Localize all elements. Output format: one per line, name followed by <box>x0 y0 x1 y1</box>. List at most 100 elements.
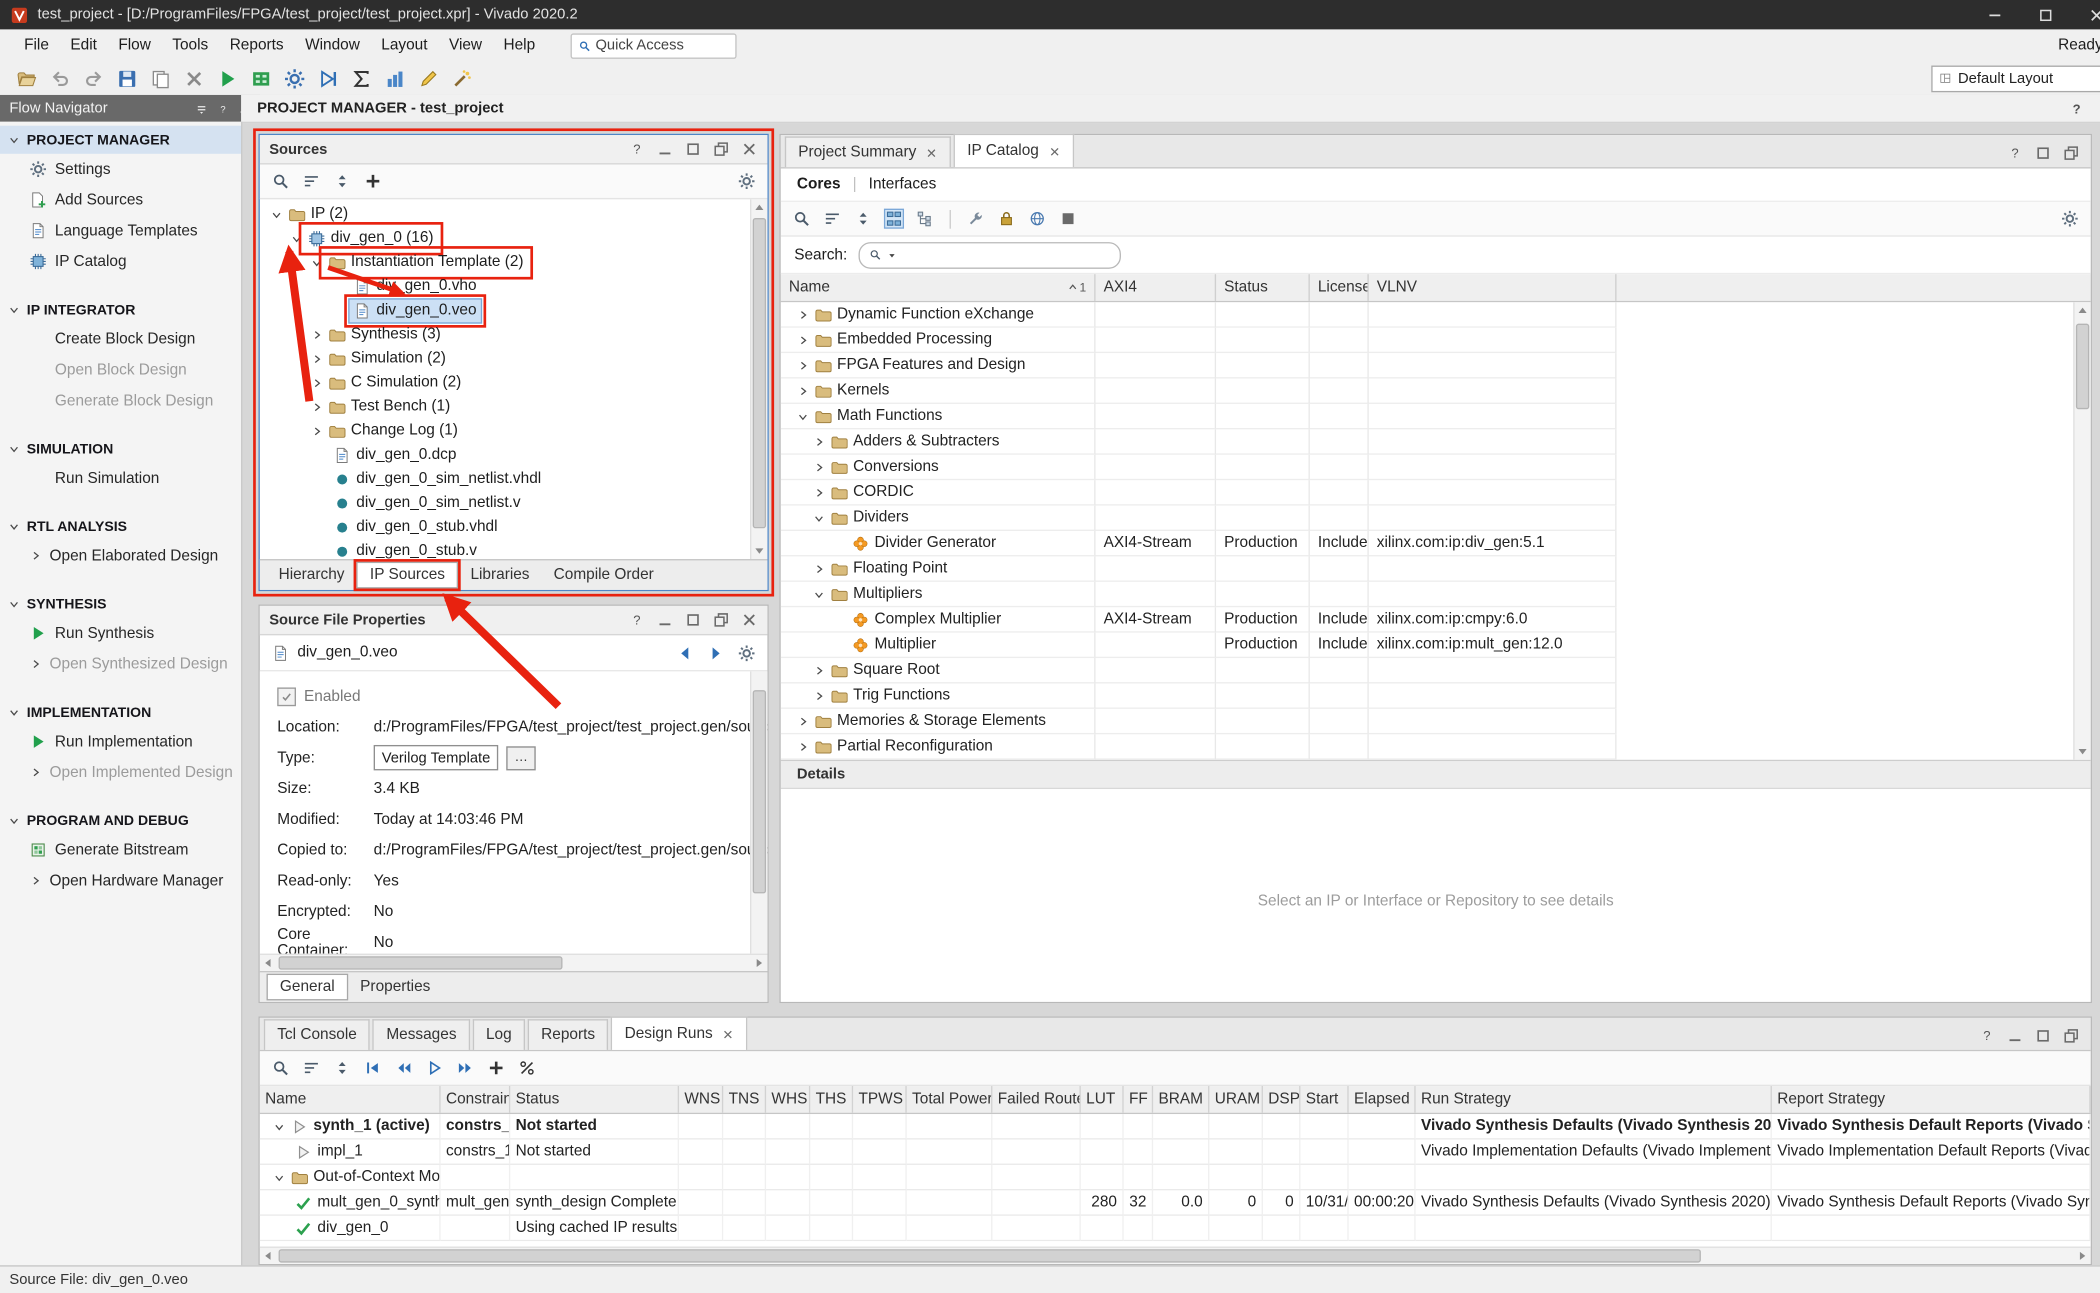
menu-window[interactable]: Window <box>294 33 370 57</box>
expand-toggle-button[interactable] <box>333 1059 350 1076</box>
catalog-row-embedded-processing[interactable]: Embedded Processing <box>781 328 2091 353</box>
catalog-row-cordic[interactable]: CORDIC <box>781 480 2091 505</box>
edit-button[interactable] <box>418 68 439 89</box>
type-dropdown[interactable]: Verilog Template <box>374 745 499 770</box>
catalog-row-memories-storage-elements[interactable]: Memories & Storage Elements <box>781 709 2091 734</box>
program-device-button[interactable] <box>250 68 271 89</box>
column-header-status[interactable]: Status <box>1216 274 1310 301</box>
catalog-vertical-scrollbar[interactable] <box>2073 302 2090 759</box>
catalog-search-input[interactable] <box>858 241 1121 268</box>
tab-hierarchy[interactable]: Hierarchy <box>267 563 357 587</box>
column-header-tpws[interactable]: TPWS <box>853 1086 907 1113</box>
run-row-synth-1-active[interactable]: synth_1 (active)constrs_1Not startedViva… <box>260 1114 2091 1139</box>
column-header-elapsed[interactable]: Elapsed <box>1349 1086 1416 1113</box>
catalog-row-adders-subtracters[interactable]: Adders & Subtracters <box>781 429 2091 454</box>
menu-view[interactable]: View <box>438 33 493 57</box>
column-header-ff[interactable]: FF <box>1124 1086 1153 1113</box>
chevron-down-icon[interactable] <box>273 1120 285 1132</box>
minimize-button[interactable] <box>1985 5 2004 24</box>
quick-access-search[interactable]: Quick Access <box>570 33 736 58</box>
catalog-row-multipliers[interactable]: Multipliers <box>781 582 2091 607</box>
tree-item-div-gen-0-sim-netlist-vhdl[interactable]: div_gen_0_sim_netlist.vhdl <box>260 467 768 491</box>
close-tab-icon[interactable] <box>1048 145 1060 157</box>
chevron-right-icon[interactable] <box>813 461 825 473</box>
flow-section-project-manager[interactable]: PROJECT MANAGER <box>0 126 241 154</box>
properties-button[interactable] <box>967 210 984 227</box>
settings-gear-button[interactable] <box>738 173 755 190</box>
forward-icon[interactable] <box>707 644 724 661</box>
catalog-row-floating-point[interactable]: Floating Point <box>781 556 2091 581</box>
sources-vertical-scrollbar[interactable] <box>750 199 767 559</box>
collapse-all-button[interactable] <box>303 173 320 190</box>
step-button[interactable] <box>317 68 338 89</box>
add-button[interactable] <box>364 173 381 190</box>
tree-item-ip-2[interactable]: IP (2) <box>260 202 768 226</box>
close-button[interactable] <box>2087 5 2100 24</box>
column-header-lut[interactable]: LUT <box>1081 1086 1124 1113</box>
properties-horizontal-scrollbar[interactable] <box>260 954 768 971</box>
chevron-right-icon[interactable] <box>813 562 825 574</box>
scrollbar-thumb[interactable] <box>2076 324 2089 410</box>
chevron-down-icon[interactable] <box>813 512 825 524</box>
column-header-name[interactable]: Name <box>260 1086 441 1113</box>
save-button[interactable] <box>117 68 138 89</box>
column-header-start[interactable]: Start <box>1300 1086 1348 1113</box>
flow-item-run-implementation[interactable]: Run Implementation <box>0 726 241 757</box>
percent-button[interactable] <box>518 1059 535 1076</box>
catalog-row-kernels[interactable]: Kernels <box>781 379 2091 404</box>
dock-icon[interactable] <box>196 102 208 114</box>
ip-location-button[interactable] <box>1029 210 1046 227</box>
catalog-row-fpga-features-and-design[interactable]: FPGA Features and Design <box>781 353 2091 378</box>
catalog-row-math-functions[interactable]: Math Functions <box>781 404 2091 429</box>
menu-flow[interactable]: Flow <box>108 33 162 57</box>
flow-section-rtl-analysis[interactable]: RTL ANALYSIS <box>0 512 241 540</box>
tree-item-synthesis-3[interactable]: Synthesis (3) <box>260 322 768 346</box>
open-folder-button[interactable] <box>16 68 37 89</box>
group-by-button[interactable] <box>885 210 902 227</box>
runs-horizontal-scrollbar[interactable] <box>260 1247 2091 1264</box>
scroll-right-button[interactable] <box>751 955 767 971</box>
tree-item-div-gen-0-stub-v[interactable]: div_gen_0_stub.v <box>260 539 768 559</box>
report-button[interactable] <box>384 68 405 89</box>
chevron-right-icon[interactable] <box>311 401 323 413</box>
tab-libraries[interactable]: Libraries <box>458 563 541 587</box>
chevron-right-icon[interactable] <box>797 334 809 346</box>
chevron-right-icon[interactable] <box>311 377 323 389</box>
flow-item-run-simulation[interactable]: Run Simulation <box>0 463 241 494</box>
flow-item-language-templates[interactable]: Language Templates <box>0 215 241 246</box>
flow-item-open-implemented-design[interactable]: Open Implemented Design <box>0 757 241 788</box>
chevron-right-icon[interactable] <box>797 715 809 727</box>
menu-help[interactable]: Help <box>493 33 546 57</box>
chevron-right-icon[interactable] <box>797 385 809 397</box>
sources-minimize-icon[interactable] <box>656 140 673 157</box>
layout-selector[interactable]: Default Layout <box>1931 65 2100 92</box>
chevron-right-icon[interactable] <box>797 308 809 320</box>
copy-button[interactable] <box>150 68 171 89</box>
chevron-down-icon[interactable] <box>291 232 303 244</box>
catalog-row-dividers[interactable]: Dividers <box>781 506 2091 531</box>
tree-item-div-gen-0-dcp[interactable]: div_gen_0.dcp <box>260 443 768 467</box>
column-header-name[interactable]: Name1 <box>781 274 1096 301</box>
menu-layout[interactable]: Layout <box>371 33 439 57</box>
menu-tools[interactable]: Tools <box>162 33 219 57</box>
close-tab-icon[interactable] <box>722 1028 734 1040</box>
catalog-help-icon[interactable]: ? <box>2006 144 2023 161</box>
sources-panel-header[interactable]: Sources ? <box>260 135 768 164</box>
flow-section-ip-integrator[interactable]: IP INTEGRATOR <box>0 296 241 324</box>
scrollbar-thumb[interactable] <box>279 956 563 969</box>
go-first-button[interactable] <box>364 1059 381 1076</box>
column-header-report-strategy[interactable]: Report Strategy <box>1772 1086 2091 1113</box>
close-tab-icon[interactable] <box>926 146 938 158</box>
chevron-right-icon[interactable] <box>311 352 323 364</box>
chevron-down-icon[interactable] <box>271 208 283 220</box>
catalog-float-icon[interactable] <box>2063 144 2080 161</box>
tab-general[interactable]: General <box>267 974 349 1001</box>
catalog-row-complex-multiplier[interactable]: Complex MultiplierAXI4-StreamProductionI… <box>781 607 2091 632</box>
properties-maximize-icon[interactable] <box>684 611 701 628</box>
redo-button[interactable] <box>83 68 104 89</box>
menu-file[interactable]: File <box>13 33 59 57</box>
tree-item-div-gen-0-sim-netlist-v[interactable]: div_gen_0_sim_netlist.v <box>260 491 768 515</box>
properties-panel-header[interactable]: Source File Properties ? <box>260 606 768 635</box>
column-header-tns[interactable]: TNS <box>723 1086 766 1113</box>
chevron-right-icon[interactable] <box>311 328 323 340</box>
